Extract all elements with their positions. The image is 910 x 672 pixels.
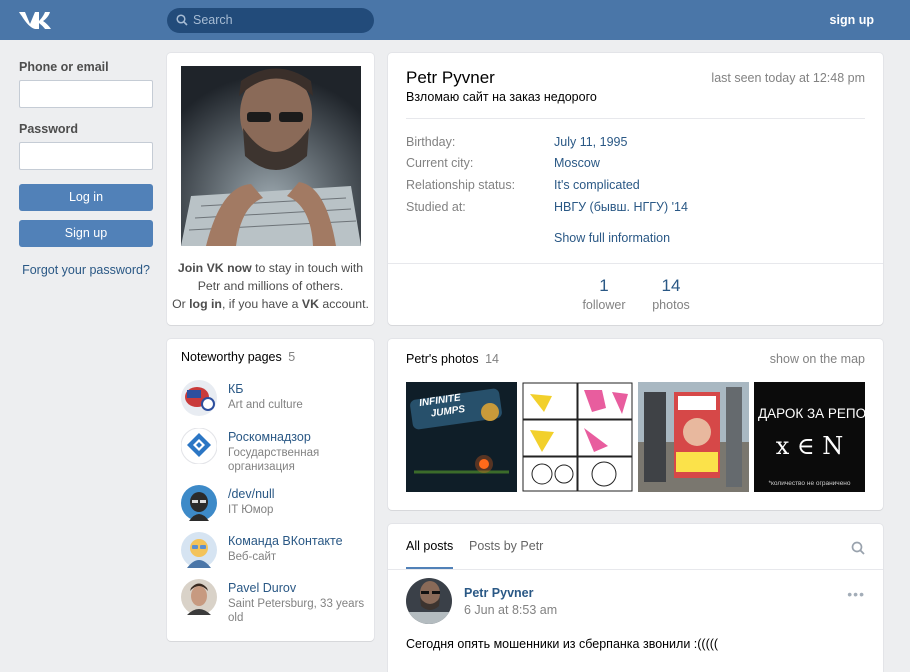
counter-number: 1 <box>599 276 609 295</box>
field-value[interactable]: July 11, 1995 <box>554 135 627 149</box>
field-value[interactable]: НВГУ (бывш. НГГУ) '14 <box>554 200 688 214</box>
noteworthy-count: 5 <box>288 350 296 364</box>
field-label: Studied at: <box>406 200 466 214</box>
profile-card: Petr Pyvner last seen today at 12:48 pm … <box>388 53 883 325</box>
join-bold: Join VK now <box>177 261 252 275</box>
signup-link[interactable]: sign up <box>830 13 874 27</box>
post-date[interactable]: 6 Jun at 8:53 am <box>464 603 557 617</box>
login-button[interactable]: Log in <box>19 184 153 211</box>
join-line3-mid: , if you have a <box>221 297 302 311</box>
photo-thumb[interactable]: INFINITE JUMPS <box>406 382 517 492</box>
field-value[interactable]: It's complicated <box>554 178 640 192</box>
top-header: Search sign up <box>0 0 910 40</box>
search-input[interactable]: Search <box>167 8 374 33</box>
join-line3-post: account. <box>319 297 369 311</box>
divider <box>406 118 865 119</box>
photo-thumb[interactable] <box>638 382 749 492</box>
password-input[interactable] <box>19 142 153 170</box>
divider <box>388 569 883 570</box>
photo-thumb[interactable] <box>522 382 633 492</box>
post-author-avatar[interactable] <box>406 578 452 624</box>
counter-label: photos <box>652 298 690 312</box>
page-avatar <box>181 579 217 615</box>
page-avatar <box>181 532 217 568</box>
signup-button[interactable]: Sign up <box>19 220 153 247</box>
login-form: Phone or email Password Log in Sign up F… <box>19 60 153 277</box>
photos-title[interactable]: Petr's photos <box>406 352 479 366</box>
field-value[interactable]: Moscow <box>554 156 600 170</box>
page-avatar <box>181 485 217 521</box>
join-text: Join VK now to stay in touch with Petr a… <box>167 259 374 313</box>
photo-formula: x ∈ N <box>775 432 844 460</box>
join-vk-bold: VK <box>301 297 320 311</box>
join-line3-pre: Or <box>172 297 190 311</box>
search-placeholder: Search <box>193 13 233 27</box>
page-sub: Art and culture <box>228 399 303 411</box>
noteworthy-item[interactable]: КБ Art and culture <box>181 380 366 420</box>
noteworthy-item[interactable]: Роскомнадзор Государственная организация <box>181 428 366 476</box>
post-text: Сегодня опять мошенники из сберпанка зво… <box>406 637 719 651</box>
page-sub: Saint Petersburg, 33 years <box>228 598 365 610</box>
counter-number: 14 <box>661 276 681 295</box>
page-name[interactable]: /dev/null <box>228 487 275 501</box>
search-icon <box>176 14 188 26</box>
show-full-info-link[interactable]: Show full information <box>554 231 670 245</box>
noteworthy-card: Noteworthy pages 5 КБ Art and culture Ро… <box>167 339 374 641</box>
page-sub: IT Юмор <box>228 504 274 516</box>
photos-count: 14 <box>485 352 499 366</box>
counter-label: follower <box>582 298 626 312</box>
noteworthy-item[interactable]: Команда ВКонтакте Веб-сайт <box>181 532 366 572</box>
tab-posts-by-petr[interactable]: Posts by Petr <box>469 539 543 553</box>
followers-counter[interactable]: 1 follower <box>576 276 632 312</box>
divider <box>388 263 883 264</box>
photo-thumb[interactable]: ДАРОК ЗА РЕПО x ∈ N *количество не огран… <box>754 382 865 492</box>
profile-photo[interactable] <box>181 66 361 246</box>
tab-all-posts[interactable]: All posts <box>406 539 453 553</box>
photo-footnote: *количество не ограничено <box>768 480 851 487</box>
phone-input[interactable] <box>19 80 153 108</box>
page-name[interactable]: Роскомнадзор <box>228 430 311 444</box>
last-seen: last seen today at 12:48 pm <box>711 71 865 85</box>
noteworthy-item[interactable]: Pavel Durov Saint Petersburg, 33 years o… <box>181 579 366 627</box>
page-avatar <box>181 380 217 416</box>
posts-card: All posts Posts by Petr Petr Pyvner 6 Ju… <box>388 524 883 672</box>
post-author[interactable]: Petr Pyvner <box>464 586 533 600</box>
search-icon[interactable] <box>851 541 865 555</box>
noteworthy-item[interactable]: /dev/null IT Юмор <box>181 485 366 525</box>
join-line1: to stay in touch with <box>251 261 364 275</box>
vk-logo-icon[interactable] <box>18 9 52 31</box>
login-inline-link[interactable]: log in <box>189 297 222 311</box>
join-card: Join VK now to stay in touch with Petr a… <box>167 53 374 325</box>
show-on-map-link[interactable]: show on the map <box>770 352 865 366</box>
page-sub-line2: организация <box>228 461 295 473</box>
page-name[interactable]: КБ <box>228 382 244 396</box>
noteworthy-title: Noteworthy pages <box>181 350 282 364</box>
photo-caption: ДАРОК ЗА РЕПО <box>758 406 865 421</box>
photos-card: Petr's photos 14 show on the map INFINIT… <box>388 339 883 510</box>
page-name[interactable]: Pavel Durov <box>228 581 296 595</box>
page-name[interactable]: Команда ВКонтакте <box>228 534 343 548</box>
password-label: Password <box>19 122 79 136</box>
join-line2: Petr and millions of others. <box>197 279 344 293</box>
profile-status[interactable]: Взломаю сайт на заказ недорого <box>406 90 597 104</box>
field-label: Birthday: <box>406 135 456 149</box>
post-menu-icon[interactable]: ••• <box>847 587 865 601</box>
profile-name: Petr Pyvner <box>406 68 495 87</box>
photos-counter[interactable]: 14 photos <box>643 276 699 312</box>
field-label: Current city: <box>406 156 474 170</box>
page-sub-line2: old <box>228 612 244 624</box>
field-label: Relationship status: <box>406 178 516 192</box>
forgot-password-link[interactable]: Forgot your password? <box>19 263 153 277</box>
page-sub: Государственная <box>228 447 320 459</box>
page-sub: Веб-сайт <box>228 551 277 563</box>
phone-label: Phone or email <box>19 60 109 74</box>
page-avatar <box>181 428 217 464</box>
